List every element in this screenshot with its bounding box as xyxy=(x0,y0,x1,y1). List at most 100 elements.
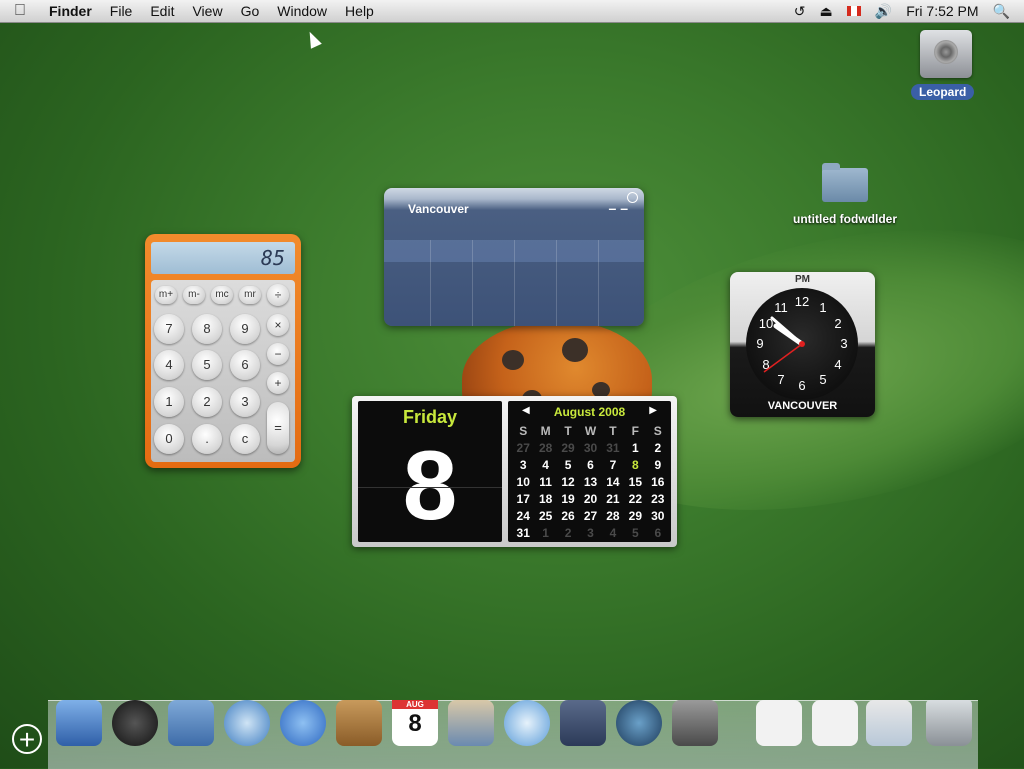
calc-key-1[interactable]: 1 xyxy=(154,387,184,417)
calendar-date[interactable]: 27 xyxy=(512,440,534,457)
calendar-date[interactable]: 6 xyxy=(647,525,669,542)
calendar-date[interactable]: 1 xyxy=(534,525,556,542)
volume-icon[interactable]: 🔊 xyxy=(875,3,892,20)
calc-key-2[interactable]: 2 xyxy=(192,387,222,417)
calendar-date[interactable]: 15 xyxy=(624,474,646,491)
calendar-date[interactable]: 26 xyxy=(557,508,579,525)
calendar-date[interactable]: 7 xyxy=(602,457,624,474)
calendar-date[interactable]: 11 xyxy=(534,474,556,491)
calendar-date[interactable]: 18 xyxy=(534,491,556,508)
calendar-date[interactable]: 25 xyxy=(534,508,556,525)
menu-finder[interactable]: Finder xyxy=(40,3,101,19)
time-machine-icon[interactable] xyxy=(616,700,662,746)
calendar-date[interactable]: 2 xyxy=(557,525,579,542)
screenshot-document-icon[interactable] xyxy=(866,700,912,746)
calc-key-decimal[interactable]: . xyxy=(192,424,222,454)
calendar-date[interactable]: 24 xyxy=(512,508,534,525)
calendar-date[interactable]: 31 xyxy=(512,525,534,542)
finder-icon[interactable] xyxy=(56,700,102,746)
calc-key-mplus[interactable]: m+ xyxy=(155,286,177,304)
calendar-date[interactable]: 19 xyxy=(557,491,579,508)
safari-icon[interactable] xyxy=(224,700,270,746)
folder-icon[interactable] xyxy=(822,163,868,202)
calendar-date[interactable]: 28 xyxy=(602,508,624,525)
calc-key-0[interactable]: 0 xyxy=(154,424,184,454)
calendar-date[interactable]: 30 xyxy=(579,440,601,457)
calendar-date[interactable]: 17 xyxy=(512,491,534,508)
ical-icon[interactable]: AUG 8 xyxy=(392,700,438,746)
calendar-date[interactable]: 22 xyxy=(624,491,646,508)
weather-widget[interactable]: Vancouver – – xyxy=(384,188,644,326)
calc-key-7[interactable]: 7 xyxy=(154,314,184,344)
apple-icon[interactable]:  xyxy=(0,2,40,20)
calendar-date[interactable]: 29 xyxy=(557,440,579,457)
calc-key-mc[interactable]: mc xyxy=(211,286,233,304)
calendar-date[interactable]: 23 xyxy=(647,491,669,508)
calc-key-minus[interactable]: − xyxy=(267,343,289,365)
calendar-date[interactable]: 21 xyxy=(602,491,624,508)
spotlight-icon[interactable]: 🔍 xyxy=(993,3,1010,20)
pdf-document-icon[interactable] xyxy=(756,700,802,746)
spaces-icon[interactable] xyxy=(560,700,606,746)
calendar-date[interactable]: 2 xyxy=(647,440,669,457)
calc-key-plus[interactable]: + xyxy=(267,372,289,394)
system-preferences-icon[interactable] xyxy=(672,700,718,746)
calendar-date[interactable]: 3 xyxy=(579,525,601,542)
hard-drive-label[interactable]: Leopard xyxy=(911,84,975,100)
mail-icon[interactable] xyxy=(168,700,214,746)
calendar-date[interactable]: 30 xyxy=(647,508,669,525)
hard-drive-icon[interactable] xyxy=(920,30,972,78)
address-book-icon[interactable] xyxy=(336,700,382,746)
trash-icon[interactable] xyxy=(926,700,972,746)
calendar-date[interactable]: 13 xyxy=(579,474,601,491)
time-machine-icon[interactable]: ↺ xyxy=(794,3,806,20)
menu-window[interactable]: Window xyxy=(268,3,336,19)
itunes-icon[interactable] xyxy=(504,700,550,746)
calendar-widget[interactable]: Friday 8 ◀ August 2008 ▶ S M T W T F S 27 28 29 30… xyxy=(352,396,677,547)
calendar-date[interactable]: 5 xyxy=(557,457,579,474)
calendar-date[interactable]: 5 xyxy=(624,525,646,542)
menu-file[interactable]: File xyxy=(101,3,142,19)
dashboard-icon[interactable] xyxy=(112,700,158,746)
calendar-date[interactable]: 4 xyxy=(534,457,556,474)
calc-key-6[interactable]: 6 xyxy=(230,350,260,380)
calendar-date[interactable]: 9 xyxy=(647,457,669,474)
calendar-date[interactable]: 16 xyxy=(647,474,669,491)
calendar-date[interactable]: 1 xyxy=(624,440,646,457)
folder-label[interactable]: untitled fodwdlder xyxy=(786,212,904,226)
calc-key-9[interactable]: 9 xyxy=(230,314,260,344)
menu-edit[interactable]: Edit xyxy=(141,3,183,19)
calendar-date[interactable]: 12 xyxy=(557,474,579,491)
pdf-document-icon[interactable] xyxy=(812,700,858,746)
calc-key-mr[interactable]: mr xyxy=(239,286,261,304)
calc-key-clear[interactable]: c xyxy=(230,424,260,454)
menu-view[interactable]: View xyxy=(183,3,231,19)
world-clock-widget[interactable]: PM 12 1 2 3 4 5 6 7 8 9 10 11 VANCOUVER xyxy=(730,272,875,417)
calendar-date[interactable]: 6 xyxy=(579,457,601,474)
menu-go[interactable]: Go xyxy=(232,3,269,19)
calendar-date[interactable]: 20 xyxy=(579,491,601,508)
calendar-date[interactable]: 31 xyxy=(602,440,624,457)
calc-key-mminus[interactable]: m- xyxy=(183,286,205,304)
calc-key-8[interactable]: 8 xyxy=(192,314,222,344)
calendar-date[interactable]: 28 xyxy=(534,440,556,457)
calendar-date[interactable]: 8 xyxy=(624,457,646,474)
calendar-date[interactable]: 27 xyxy=(579,508,601,525)
calc-key-divide[interactable]: ÷ xyxy=(267,284,289,306)
close-icon[interactable] xyxy=(627,192,638,203)
calc-key-3[interactable]: 3 xyxy=(230,387,260,417)
calculator-widget[interactable]: 85 m+ m- mc mr ÷ 7 8 9 × 4 5 6 − 1 2 3 +… xyxy=(145,234,301,468)
calendar-date[interactable]: 10 xyxy=(512,474,534,491)
eject-icon[interactable]: ⏏ xyxy=(820,3,833,20)
calc-key-5[interactable]: 5 xyxy=(192,350,222,380)
calendar-date[interactable]: 14 xyxy=(602,474,624,491)
iphoto-icon[interactable] xyxy=(448,700,494,746)
add-widget-button[interactable]: + xyxy=(12,724,42,754)
menu-clock[interactable]: Fri 7:52 PM xyxy=(906,3,978,19)
next-month-icon[interactable]: ▶ xyxy=(649,405,657,416)
calendar-date[interactable]: 29 xyxy=(624,508,646,525)
menu-help[interactable]: Help xyxy=(336,3,383,19)
calendar-date[interactable]: 4 xyxy=(602,525,624,542)
canada-flag-icon[interactable] xyxy=(846,6,861,16)
calendar-date[interactable]: 3 xyxy=(512,457,534,474)
